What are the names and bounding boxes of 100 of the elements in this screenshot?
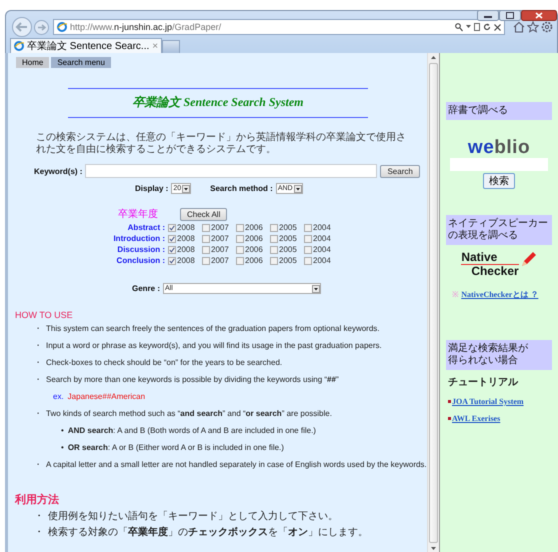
field-label: Search method : bbox=[210, 184, 273, 193]
field-label: Keyword(s) : bbox=[34, 166, 82, 176]
instruction-text: Input a word or phrase as keyword(s), and you will find its usage in the past graduation papers. bbox=[46, 341, 382, 351]
bullet-mark: ・ bbox=[34, 511, 44, 523]
tutorial-link[interactable]: AWL Exerises bbox=[452, 414, 500, 423]
page-title: 卒業論文 Sentence Search System bbox=[132, 95, 304, 109]
checkbox-label: 2007 bbox=[211, 234, 229, 243]
checkbox-label: 2008 bbox=[177, 245, 195, 254]
info-link[interactable]: NativeCheckerとは ？ bbox=[461, 290, 538, 299]
instruction-text: 使用例を知りたい語句を「キーワード」として入力して下さい。 bbox=[48, 511, 338, 523]
bullet-mark: • bbox=[61, 443, 64, 453]
checkbox-label: 2004 bbox=[313, 223, 331, 232]
dictionary-field[interactable] bbox=[450, 158, 548, 171]
checkbox[interactable] bbox=[168, 234, 176, 242]
checkbox[interactable] bbox=[304, 246, 312, 254]
checkbox-label: 2004 bbox=[313, 256, 331, 265]
close-icon[interactable] bbox=[521, 10, 557, 21]
checkbox[interactable] bbox=[202, 234, 210, 242]
section-heading: ネイティブスピーカー の表現を調べる bbox=[446, 215, 552, 245]
checkbox[interactable] bbox=[236, 224, 244, 232]
checkbox[interactable] bbox=[236, 234, 244, 242]
row-label: Conclusion : bbox=[116, 256, 166, 265]
square-bullet-icon bbox=[448, 400, 451, 403]
maximize-icon[interactable] bbox=[499, 10, 521, 21]
check-all-button[interactable]: Check All bbox=[180, 208, 228, 220]
checkbox-label: 2005 bbox=[279, 256, 297, 265]
instruction-text: This system can search freely the sentences of the graduation papers from optional keywords. bbox=[46, 324, 380, 334]
caret-icon[interactable] bbox=[466, 25, 471, 29]
checkbox[interactable] bbox=[270, 256, 278, 264]
checkbox-label: 2007 bbox=[211, 223, 229, 232]
section-label: 卒業年度 bbox=[118, 208, 158, 221]
checkbox[interactable] bbox=[168, 224, 176, 232]
scrollbar-thumb[interactable] bbox=[429, 63, 438, 543]
example-label: ex. bbox=[53, 392, 64, 402]
home-icon[interactable] bbox=[513, 21, 525, 33]
checkbox-label: 2007 bbox=[211, 245, 229, 254]
checkbox-label: 2005 bbox=[279, 223, 297, 232]
instruction-text: 検索する対象の「卒業年度」のチェックボックスを「オン」にします。 bbox=[48, 527, 368, 539]
instruction-text: OR search: A or B (Either word A or B is included in one file.) bbox=[68, 443, 284, 453]
row-label: Introduction : bbox=[112, 234, 166, 243]
checkbox-label: 2007 bbox=[211, 256, 229, 265]
dropdown-icon[interactable] bbox=[312, 284, 320, 292]
checkbox[interactable] bbox=[270, 246, 278, 254]
dropdown-icon[interactable] bbox=[182, 184, 190, 192]
new-tab-button[interactable] bbox=[162, 40, 180, 53]
checkbox-label: 2004 bbox=[313, 234, 331, 243]
instruction-text: A capital letter and a small letter are not handled separately in case of English words used by the keywords. bbox=[46, 460, 427, 470]
instruction-text: Search by more than one keywords is possible by dividing the keywords using “##” bbox=[46, 375, 339, 385]
stop-icon[interactable] bbox=[494, 24, 501, 30]
bullet-mark: ・ bbox=[34, 324, 42, 334]
checkbox[interactable] bbox=[202, 256, 210, 264]
browser-tab[interactable]: 卒業論文 Sentence Searc... × bbox=[10, 38, 162, 53]
checkbox[interactable] bbox=[202, 246, 210, 254]
dictionary-search-button[interactable]: 検索 bbox=[483, 173, 515, 189]
section-heading: 利用方法 bbox=[15, 492, 60, 507]
checkbox-label: 2006 bbox=[245, 245, 263, 254]
tutorial-link[interactable]: JOA Tutorial System bbox=[452, 397, 524, 406]
search-button[interactable]: Search bbox=[380, 164, 420, 178]
checkbox[interactable] bbox=[168, 256, 176, 264]
checkbox[interactable] bbox=[236, 246, 244, 254]
checkbox[interactable] bbox=[304, 234, 312, 242]
checkbox[interactable] bbox=[236, 256, 244, 264]
checkbox-label: 2008 bbox=[177, 234, 195, 243]
checkbox-label: 2006 bbox=[245, 234, 263, 243]
address-field[interactable]: http://www.n-junshin.ac.jp/GradPaper/ bbox=[53, 19, 505, 35]
checkbox[interactable] bbox=[304, 256, 312, 264]
note-mark: ※ bbox=[452, 290, 459, 299]
browser-logo-icon bbox=[57, 22, 67, 32]
checkbox-label: 2006 bbox=[245, 223, 263, 232]
checkbox-label: 2008 bbox=[177, 223, 195, 232]
bullet-mark: ・ bbox=[34, 409, 42, 419]
settings-icon[interactable] bbox=[541, 21, 553, 33]
minimize-icon[interactable] bbox=[477, 10, 499, 21]
instruction-text: AND search: A and B (Both words of A and B are included in one file.) bbox=[68, 426, 316, 436]
page-icon[interactable] bbox=[474, 23, 480, 31]
nav-tab[interactable]: Home bbox=[16, 57, 50, 68]
checkbox-label: 2004 bbox=[313, 245, 331, 254]
instruction-text: Two kinds of search method such as “and search” and “or search” are possible. bbox=[46, 409, 332, 419]
browser-logo-icon bbox=[14, 41, 24, 51]
search-icon[interactable] bbox=[455, 22, 463, 32]
back-icon[interactable] bbox=[12, 17, 32, 37]
checkbox[interactable] bbox=[304, 224, 312, 232]
refresh-icon[interactable] bbox=[483, 23, 491, 31]
keyword-field[interactable] bbox=[85, 164, 378, 178]
checkbox[interactable] bbox=[270, 224, 278, 232]
nav-tab[interactable]: Search menu bbox=[51, 57, 111, 68]
checkbox[interactable] bbox=[168, 246, 176, 254]
section-heading: HOW TO USE bbox=[15, 310, 74, 320]
checkbox[interactable] bbox=[270, 234, 278, 242]
intro-text: この検索システムは、任意の「キーワード」から英語情報学科の卒業論文で使用された文を自由に検索することができるシステムです。 bbox=[36, 132, 407, 156]
checkbox[interactable] bbox=[202, 224, 210, 232]
logo-text: weblio bbox=[466, 138, 532, 158]
logo-text: Native Checker bbox=[461, 251, 519, 278]
bullet-mark: ・ bbox=[34, 460, 42, 470]
section-heading: 満足な検索結果が 得られない場合 bbox=[446, 340, 552, 370]
star-icon[interactable] bbox=[527, 21, 539, 33]
forward-icon[interactable] bbox=[34, 20, 49, 34]
bullet-mark: ・ bbox=[34, 375, 42, 385]
dropdown-icon[interactable] bbox=[294, 184, 302, 192]
checkbox-label: 2006 bbox=[245, 256, 263, 265]
